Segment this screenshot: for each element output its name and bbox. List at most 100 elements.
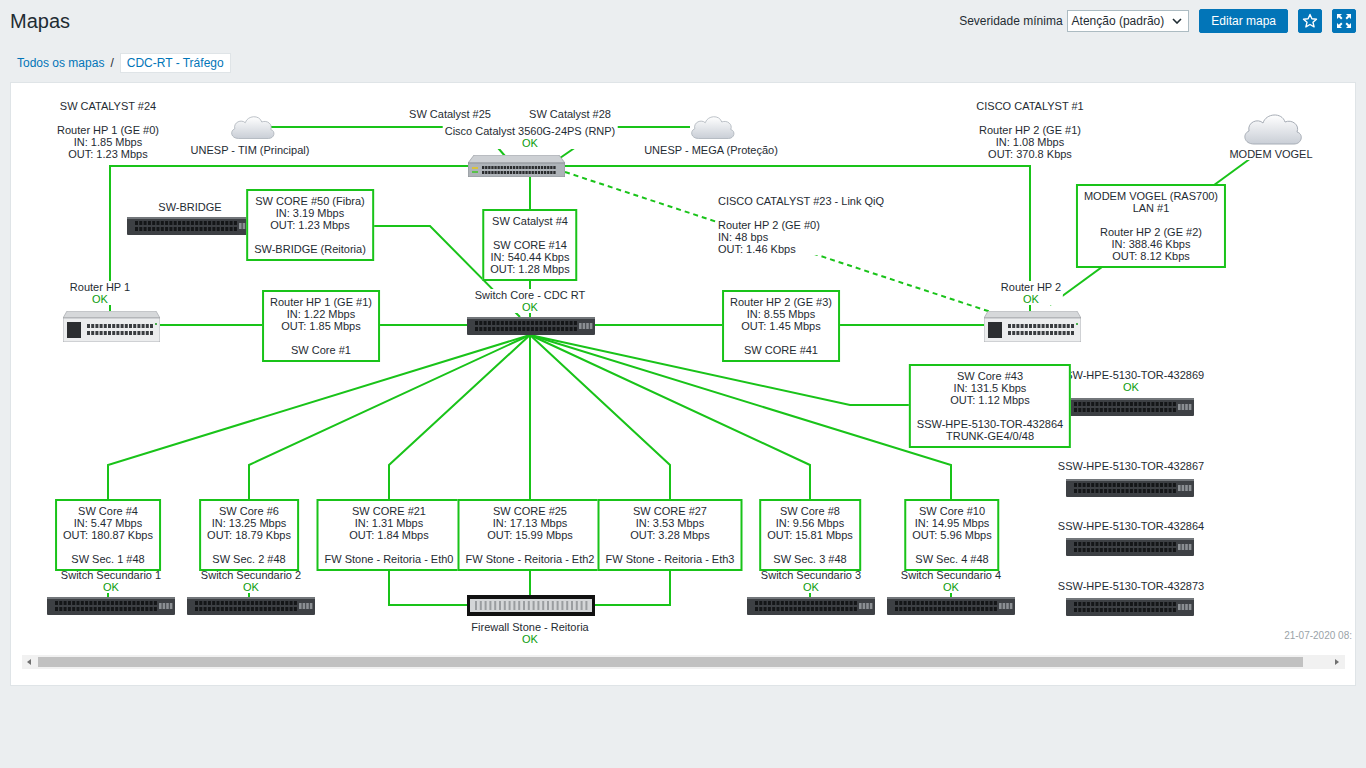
link-label[interactable]: SW Catalyst #25 bbox=[407, 108, 493, 120]
link-label[interactable]: SW Catalyst #4SW CORE #14IN: 540.44 Kbps… bbox=[482, 209, 577, 281]
host-name: SSW-HPE-5130-TOR-432873 bbox=[1058, 580, 1204, 592]
link-label-line: OUT: 1.23 Mbps bbox=[254, 219, 366, 231]
link-label-line: IN: 1.08 Mbps bbox=[976, 136, 1083, 148]
link-label-line: OUT: 15.99 Mbps bbox=[466, 529, 595, 541]
severity-select[interactable]: Atenção (padrão) bbox=[1067, 10, 1190, 32]
host-status: OK bbox=[1058, 381, 1204, 393]
host-node[interactable] bbox=[1066, 398, 1194, 416]
cloud-icon bbox=[1240, 110, 1304, 146]
link-label-line: IN: 1.31 Mbps bbox=[325, 517, 454, 529]
link-label[interactable]: Router HP 1 (GE #1)IN: 1.22 MbpsOUT: 1.8… bbox=[262, 290, 380, 362]
scroll-right-icon[interactable] bbox=[1329, 655, 1345, 669]
link-label[interactable]: SW Core #4IN: 5.47 MbpsOUT: 180.87 KbpsS… bbox=[55, 499, 161, 571]
host-label: Switch Core - CDC RT OK bbox=[473, 289, 587, 313]
host-node[interactable] bbox=[127, 217, 255, 235]
favorite-button[interactable] bbox=[1298, 9, 1322, 33]
link-label-line: SW Core #43 bbox=[917, 370, 1063, 382]
link-label[interactable]: SW Core #8IN: 9.56 MbpsOUT: 15.81 MbpsSW… bbox=[759, 499, 861, 571]
link-label[interactable]: MODEM VOGEL (RAS700)LAN #1Router HP 2 (G… bbox=[1076, 184, 1226, 268]
link-label-line: Router HP 1 (GE #0) bbox=[57, 124, 159, 136]
host-name: MODEM VOGEL bbox=[1229, 148, 1312, 160]
host-node[interactable] bbox=[467, 595, 595, 616]
link-label-line: OUT: 5.96 Mbps bbox=[912, 529, 991, 541]
link-label-line: IN: 131.5 Kbps bbox=[917, 382, 1063, 394]
host-status: OK bbox=[761, 581, 861, 593]
link-label[interactable]: SW CORE #27IN: 3.53 MbpsOUT: 3.28 MbpsFW… bbox=[598, 499, 743, 571]
host-name: SSW-HPE-5130-TOR-432867 bbox=[1058, 460, 1204, 472]
link-label-line: FW Stone - Reitoria - Eth0 bbox=[325, 553, 454, 565]
link-label-line: OUT: 1.85 Mbps bbox=[270, 320, 372, 332]
chevron-down-icon bbox=[1172, 18, 1182, 24]
host-node[interactable] bbox=[187, 597, 315, 615]
host-label: Switch Secundario 4 OK bbox=[899, 569, 1003, 593]
link-label-line: SW Sec. 3 #48 bbox=[767, 553, 853, 565]
edit-map-button[interactable]: Editar mapa bbox=[1199, 9, 1288, 33]
link-label[interactable]: SW Core #43IN: 131.5 KbpsOUT: 1.12 MbpsS… bbox=[909, 364, 1071, 448]
maps-page: Mapas Severidade mínima Atenção (padrão)… bbox=[0, 0, 1366, 768]
host-status: OK bbox=[70, 293, 130, 305]
link-label-line: OUT: 1.46 Kbps bbox=[718, 243, 884, 255]
host-node[interactable] bbox=[747, 597, 875, 615]
host-name: SSW-HPE-5130-TOR-432869 bbox=[1058, 369, 1204, 381]
switch-icon bbox=[127, 217, 255, 235]
host-node[interactable] bbox=[1066, 479, 1194, 497]
host-node[interactable] bbox=[887, 597, 1015, 615]
link-label[interactable]: SW CORE #21IN: 1.31 MbpsOUT: 1.84 MbpsFW… bbox=[317, 499, 462, 571]
link-label-line: CISCO CATALYST #1 bbox=[976, 100, 1083, 112]
link-label-line bbox=[718, 207, 884, 219]
link-label-line bbox=[254, 231, 366, 243]
link-label-line: IN: 14.95 Mbps bbox=[912, 517, 991, 529]
host-node[interactable] bbox=[467, 317, 595, 335]
link-label[interactable]: CISCO CATALYST #1Router HP 2 (GE #1)IN: … bbox=[974, 100, 1085, 160]
host-node[interactable] bbox=[1066, 538, 1194, 556]
severity-value: Atenção (padrão) bbox=[1072, 14, 1165, 28]
link-label-line: IN: 388.46 Kbps bbox=[1084, 238, 1218, 250]
firewall-icon bbox=[467, 595, 595, 616]
link-label[interactable]: CISCO CATALYST #23 - Link QiQRouter HP 2… bbox=[716, 195, 886, 255]
link-label-line: SW CORE #50 (Fibra) bbox=[254, 195, 366, 207]
link-label[interactable]: SW CATALYST #24Router HP 1 (GE #0)IN: 1.… bbox=[55, 100, 161, 160]
breadcrumb-item[interactable]: Todos os mapas bbox=[17, 56, 104, 70]
host-node[interactable] bbox=[47, 597, 175, 615]
header-controls: Severidade mínima Atenção (padrão) Edita… bbox=[959, 9, 1356, 33]
breadcrumb-item[interactable]: CDC-RT - Tráfego bbox=[120, 53, 231, 73]
host-status: OK bbox=[445, 137, 616, 149]
host-name: Switch Core - CDC RT bbox=[475, 289, 585, 301]
link-label-line: Router HP 2 (GE #0) bbox=[718, 219, 884, 231]
host-node[interactable] bbox=[984, 311, 1081, 342]
host-node[interactable] bbox=[63, 311, 160, 342]
map-link[interactable] bbox=[1050, 150, 1262, 305]
link-label-line: SW CATALYST #24 bbox=[57, 100, 159, 112]
link-label[interactable]: SW Core #6IN: 13.25 MbpsOUT: 18.79 KbpsS… bbox=[199, 499, 299, 571]
link-label-line: LAN #1 bbox=[1084, 202, 1218, 214]
host-status: OK bbox=[61, 581, 161, 593]
link-label-line: FW Stone - Reitoria - Eth3 bbox=[606, 553, 735, 565]
host-status: OK bbox=[471, 633, 588, 645]
link-label[interactable]: SW Core #10IN: 14.95 MbpsOUT: 5.96 MbpsS… bbox=[904, 499, 999, 571]
horizontal-scrollbar[interactable] bbox=[22, 655, 1345, 669]
switch-icon bbox=[187, 597, 315, 615]
scrollbar-thumb[interactable] bbox=[38, 657, 1303, 667]
host-node[interactable] bbox=[688, 113, 736, 140]
host-node[interactable] bbox=[468, 155, 565, 177]
link-label[interactable]: Router HP 2 (GE #3)IN: 8.55 MbpsOUT: 1.4… bbox=[722, 290, 840, 362]
link-label-line: IN: 13.25 Mbps bbox=[207, 517, 291, 529]
router-icon bbox=[984, 311, 1081, 342]
link-label-line: IN: 5.47 Mbps bbox=[63, 517, 153, 529]
host-node[interactable] bbox=[1240, 110, 1304, 146]
host-node[interactable] bbox=[1066, 598, 1194, 616]
link-label-line: SW Core #6 bbox=[207, 505, 291, 517]
host-label: UNESP - MEGA (Proteção) bbox=[642, 144, 780, 156]
link-label-line: MODEM VOGEL (RAS700) bbox=[1084, 190, 1218, 202]
scroll-left-icon[interactable] bbox=[22, 655, 38, 669]
switch-icon bbox=[747, 597, 875, 615]
host-node[interactable] bbox=[228, 113, 276, 140]
link-label-line: SW Core #8 bbox=[767, 505, 853, 517]
fullscreen-button[interactable] bbox=[1332, 9, 1356, 33]
link-label-line: IN: 17.13 Mbps bbox=[466, 517, 595, 529]
link-label[interactable]: SW CORE #25IN: 17.13 MbpsOUT: 15.99 Mbps… bbox=[458, 499, 603, 571]
link-label[interactable]: SW Catalyst #28 bbox=[527, 108, 613, 120]
link-label[interactable]: SW CORE #50 (Fibra)IN: 3.19 MbpsOUT: 1.2… bbox=[246, 189, 374, 261]
